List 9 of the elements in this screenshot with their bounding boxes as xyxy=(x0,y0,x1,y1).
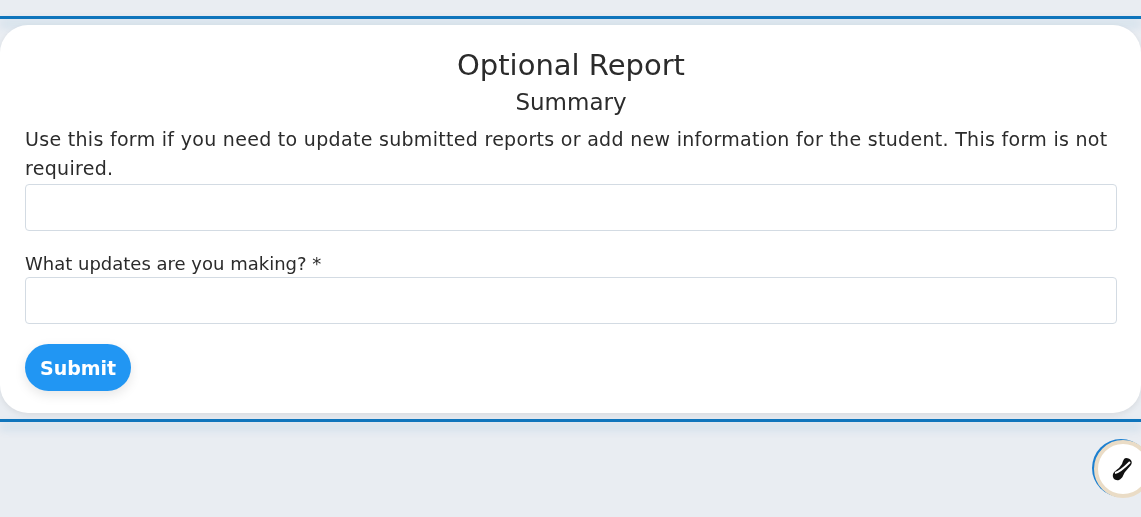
form-subtitle: Summary xyxy=(514,88,628,117)
form-title: Optional Report xyxy=(456,47,686,83)
form-description: Use this form if you need to update submitted reports or add new information for the student. This form is not required. xyxy=(25,127,1109,181)
text-field[interactable] xyxy=(25,184,1117,231)
bean-icon xyxy=(1112,457,1134,481)
text-field[interactable] xyxy=(25,277,1117,324)
chat-button[interactable] xyxy=(1094,440,1141,498)
field-label: What updates are you making? * xyxy=(25,252,323,276)
submit-button[interactable]: Submit xyxy=(25,344,132,391)
